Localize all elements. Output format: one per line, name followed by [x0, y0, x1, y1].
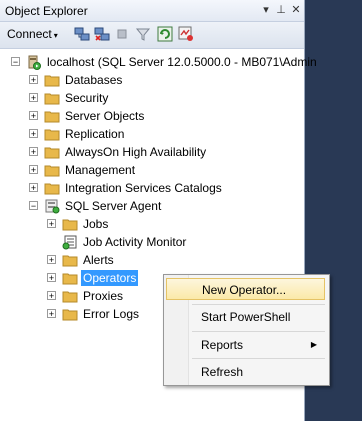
tree-node-label: Job Activity Monitor — [83, 235, 187, 249]
tree-node-label: Jobs — [83, 217, 109, 231]
menu-item-refresh[interactable]: Refresh — [166, 361, 325, 383]
folder-icon — [62, 273, 78, 285]
tree-node-jobs[interactable]: + Jobs — [0, 215, 304, 233]
tree-node-label: Error Logs — [83, 307, 140, 321]
folder-icon — [44, 183, 60, 195]
tree-node-sql-server-agent[interactable]: − SQL Server Agent — [0, 197, 304, 215]
stop-icon[interactable] — [114, 26, 130, 42]
folder-icon — [62, 291, 78, 303]
folder-icon — [62, 255, 78, 267]
folder-icon — [44, 165, 60, 177]
tree-node-label: Security — [65, 91, 109, 105]
tree-node-server-objects[interactable]: + Server Objects — [0, 107, 304, 125]
tree-node-label: Server Objects — [65, 109, 145, 123]
folder-icon — [44, 111, 60, 123]
tree-node-label-selected: Operators — [81, 270, 139, 286]
expand-icon[interactable]: + — [29, 147, 38, 157]
tree-node-management[interactable]: + Management — [0, 161, 304, 179]
tree-node-databases[interactable]: + Databases — [0, 71, 304, 89]
connect-label: Connect — [7, 27, 52, 41]
refresh-icon[interactable] — [157, 26, 173, 42]
menu-item-label: Start PowerShell — [201, 310, 291, 324]
connect-object-explorer-icon[interactable] — [74, 26, 90, 42]
sql-agent-icon — [45, 199, 60, 214]
disconnect-icon[interactable] — [94, 26, 110, 42]
expand-icon[interactable]: + — [29, 165, 38, 175]
tree-node-label: AlwaysOn High Availability — [65, 145, 207, 159]
tree-node-security[interactable]: + Security — [0, 89, 304, 107]
tree-node-integration-services[interactable]: + Integration Services Catalogs — [0, 179, 304, 197]
expand-icon[interactable]: + — [47, 255, 56, 265]
pin-icon[interactable]: ⊥ — [274, 3, 288, 17]
menu-item-new-operator[interactable]: New Operator... — [166, 278, 325, 300]
tree-node-alwayson[interactable]: + AlwaysOn High Availability — [0, 143, 304, 161]
close-icon[interactable]: ✕ — [289, 3, 303, 17]
expand-icon[interactable]: + — [29, 111, 38, 121]
expand-icon[interactable]: + — [29, 75, 38, 85]
folder-icon — [44, 147, 60, 159]
window-position-dropdown-icon[interactable]: ▾ — [259, 3, 273, 17]
menu-separator — [192, 331, 325, 332]
panel-title: Object Explorer — [5, 4, 88, 18]
tree-node-label: Replication — [65, 127, 125, 141]
connect-button[interactable]: Connect ▾ — [4, 25, 61, 44]
expand-icon[interactable]: + — [29, 129, 38, 139]
tree-node-job-activity-monitor[interactable]: Job Activity Monitor — [0, 233, 304, 251]
tree-node-label: localhost (SQL Server 12.0.5000.0 - MB07… — [47, 55, 317, 69]
expand-icon[interactable]: + — [47, 291, 56, 301]
menu-item-label: Refresh — [201, 365, 244, 379]
tree-node-label: SQL Server Agent — [65, 199, 162, 213]
job-activity-monitor-icon — [62, 235, 77, 250]
object-explorer-titlebar: Object Explorer ▾ ⊥ ✕ — [0, 0, 304, 22]
filter-icon[interactable] — [135, 26, 151, 42]
tree-node-label: Proxies — [83, 289, 124, 303]
collapse-icon[interactable]: − — [11, 57, 20, 67]
context-menu: New Operator... Start PowerShell Reports… — [163, 274, 330, 386]
tree-node-label: Databases — [65, 73, 123, 87]
folder-icon — [62, 309, 78, 321]
expand-icon[interactable]: + — [29, 183, 38, 193]
folder-icon — [44, 75, 60, 87]
tree-node-label: Integration Services Catalogs — [65, 181, 222, 195]
folder-icon — [44, 129, 60, 141]
server-icon — [28, 55, 41, 70]
menu-item-label: New Operator... — [202, 283, 287, 297]
collapse-icon[interactable]: − — [29, 201, 38, 211]
object-explorer-toolbar: Connect ▾ — [0, 22, 304, 49]
menu-item-label: Reports — [201, 338, 244, 352]
tree-node-server[interactable]: − localhost (SQL Server 12.0.5000.0 - MB… — [0, 53, 317, 71]
folder-icon — [44, 93, 60, 105]
folder-icon — [62, 219, 78, 231]
menu-separator — [192, 304, 325, 305]
expand-icon[interactable]: + — [47, 273, 56, 283]
tree-node-label: Alerts — [83, 253, 114, 267]
expand-icon[interactable]: + — [47, 219, 56, 229]
tree-node-alerts[interactable]: + Alerts — [0, 251, 304, 269]
tree-node-label: Management — [65, 163, 136, 177]
menu-item-start-powershell[interactable]: Start PowerShell — [166, 306, 325, 328]
activity-monitor-icon[interactable] — [178, 26, 194, 42]
menu-separator — [192, 358, 325, 359]
chevron-down-icon: ▾ — [53, 31, 58, 40]
menu-item-reports[interactable]: Reports ▶ — [166, 334, 325, 356]
tree-node-replication[interactable]: + Replication — [0, 125, 304, 143]
submenu-arrow-icon: ▶ — [310, 340, 317, 349]
expand-icon[interactable]: + — [29, 93, 38, 103]
expand-icon[interactable]: + — [47, 309, 56, 319]
